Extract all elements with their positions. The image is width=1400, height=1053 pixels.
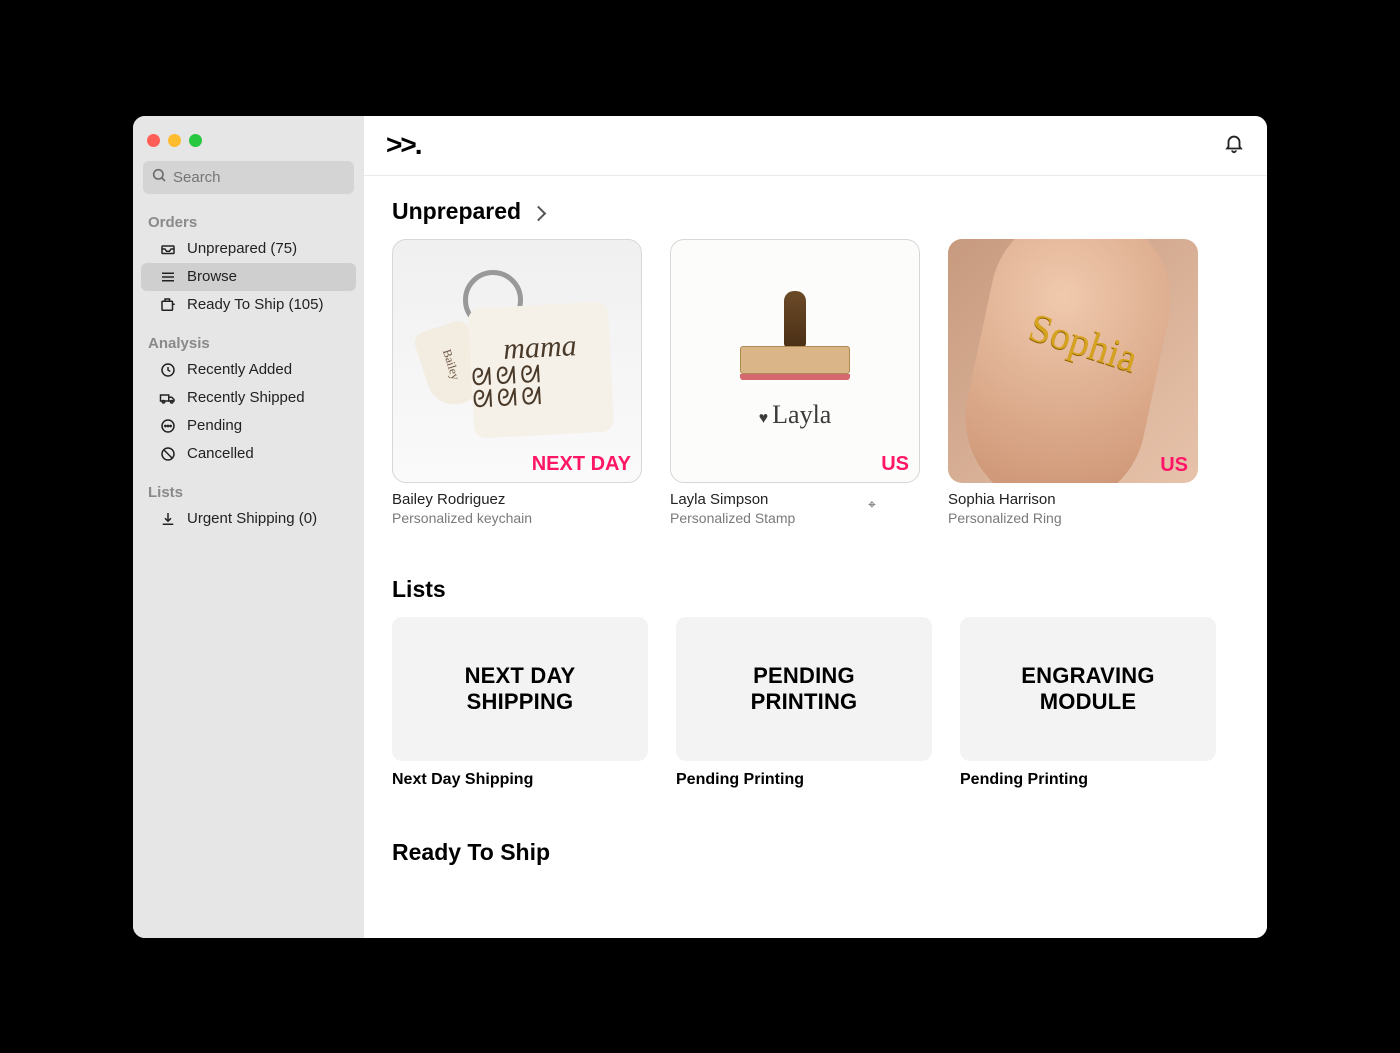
order-thumbnail: Sophia US — [948, 239, 1198, 483]
search-input[interactable] — [173, 169, 346, 186]
list-tile-line1: ENGRAVING — [1021, 663, 1154, 688]
sidebar-item-label: Ready To Ship (105) — [187, 296, 323, 313]
order-card[interactable]: Bailey mama ᘛᘛᘛ ᘛᘛᘛ NEXT DAY Bailey Rodr… — [392, 239, 642, 526]
bell-icon[interactable] — [1223, 132, 1245, 159]
order-product-desc: Personalized Ring — [948, 510, 1198, 526]
main-area: >>. Unprepared Bailey — [364, 116, 1267, 938]
list-tile[interactable]: NEXT DAY SHIPPING Next Day Shipping — [392, 617, 648, 789]
sidebar-item-urgent-shipping[interactable]: Urgent Shipping (0) — [133, 505, 364, 533]
list-tile-line1: NEXT DAY — [465, 663, 576, 688]
list-tile[interactable]: ENGRAVING MODULE Pending Printing — [960, 617, 1216, 789]
app-window: Orders Unprepared (75) Browse — [133, 116, 1267, 938]
unprepared-cards: Bailey mama ᘛᘛᘛ ᘛᘛᘛ NEXT DAY Bailey Rodr… — [392, 239, 1239, 526]
sidebar: Orders Unprepared (75) Browse — [133, 116, 364, 938]
list-tile-label: Pending Printing — [960, 771, 1216, 789]
list-tile-box: NEXT DAY SHIPPING — [392, 617, 648, 761]
sidebar-item-label: Recently Added — [187, 361, 292, 378]
sidebar-item-browse[interactable]: Browse — [141, 263, 356, 291]
sidebar-item-label: Unprepared (75) — [187, 240, 297, 257]
nav-heading-orders: Orders — [133, 206, 364, 235]
clock-icon — [159, 361, 177, 379]
list-tile-box: ENGRAVING MODULE — [960, 617, 1216, 761]
order-thumbnail: Layla US — [670, 239, 920, 483]
search-icon — [151, 167, 167, 188]
minimize-icon[interactable] — [168, 134, 181, 147]
close-icon[interactable] — [147, 134, 160, 147]
window-controls — [133, 126, 364, 161]
nav-section-lists: Lists Urgent Shipping (0) — [133, 472, 364, 537]
section-title-text: Ready To Ship — [392, 839, 550, 866]
order-customer-name: Layla Simpson — [670, 491, 920, 508]
chevron-right-icon — [527, 198, 544, 225]
nav-section-analysis: Analysis Recently Added Recently Shipped — [133, 323, 364, 472]
list-tile-line2: MODULE — [1040, 689, 1137, 714]
order-customer-name: Sophia Harrison — [948, 491, 1198, 508]
shipping-badge: US — [881, 453, 909, 476]
list-tile-label: Pending Printing — [676, 771, 932, 789]
shipping-badge: NEXT DAY — [532, 453, 631, 476]
section-ready-title[interactable]: Ready To Ship — [392, 839, 1239, 866]
shipping-badge: US — [1160, 454, 1188, 477]
list-tile-line2: SHIPPING — [467, 689, 574, 714]
section-title-text: Lists — [392, 576, 446, 603]
truck-icon — [159, 389, 177, 407]
sidebar-item-pending[interactable]: Pending — [133, 412, 364, 440]
order-thumbnail: Bailey mama ᘛᘛᘛ ᘛᘛᘛ NEXT DAY — [392, 239, 642, 483]
dots-icon — [159, 417, 177, 435]
list-tile-label: Next Day Shipping — [392, 771, 648, 789]
order-customer-name: Bailey Rodriguez — [392, 491, 642, 508]
stamp-icon: Layla — [740, 291, 850, 430]
sidebar-item-cancelled[interactable]: Cancelled — [133, 440, 364, 468]
sidebar-item-label: Urgent Shipping (0) — [187, 510, 317, 527]
lists-tiles: NEXT DAY SHIPPING Next Day Shipping PEND… — [392, 617, 1239, 789]
sidebar-item-recently-added[interactable]: Recently Added — [133, 356, 364, 384]
content: Unprepared Bailey mama ᘛᘛᘛ ᘛᘛᘛ NEXT DAY — [364, 176, 1267, 880]
package-icon — [159, 296, 177, 314]
download-icon — [159, 510, 177, 528]
nav-heading-analysis: Analysis — [133, 327, 364, 356]
sidebar-item-ready-to-ship[interactable]: Ready To Ship (105) — [133, 291, 364, 319]
app-logo: >>. — [386, 129, 420, 161]
keychain-tag: mama ᘛᘛᘛ ᘛᘛᘛ — [468, 301, 615, 438]
zoom-icon[interactable] — [189, 134, 202, 147]
nav-section-orders: Orders Unprepared (75) Browse — [133, 202, 364, 323]
section-title-text: Unprepared — [392, 198, 521, 225]
nav-heading-lists: Lists — [133, 476, 364, 505]
sidebar-item-unprepared[interactable]: Unprepared (75) — [133, 235, 364, 263]
list-tile-line1: PENDING — [753, 663, 855, 688]
order-card[interactable]: Layla US Layla Simpson Personalized Stam… — [670, 239, 920, 526]
tray-icon — [159, 240, 177, 258]
sidebar-item-label: Pending — [187, 417, 242, 434]
section-unprepared-title[interactable]: Unprepared — [392, 198, 1239, 225]
section-lists-title: Lists — [392, 576, 1239, 603]
order-card[interactable]: Sophia US Sophia Harrison Personalized R… — [948, 239, 1198, 526]
keychain-main-text: mama — [502, 329, 577, 367]
list-tile-line2: PRINTING — [751, 689, 858, 714]
sidebar-item-recently-shipped[interactable]: Recently Shipped — [133, 384, 364, 412]
cursor-icon: ⌖ — [868, 496, 876, 513]
sidebar-item-label: Cancelled — [187, 445, 254, 462]
list-tile-box: PENDING PRINTING — [676, 617, 932, 761]
search-input-wrapper[interactable] — [143, 161, 354, 194]
sidebar-item-label: Recently Shipped — [187, 389, 305, 406]
keychain-pattern: ᘛᘛᘛ ᘛᘛᘛ — [471, 361, 613, 411]
order-product-desc: Personalized keychain — [392, 510, 642, 526]
stamp-script-text: Layla — [759, 400, 832, 430]
sidebar-item-label: Browse — [187, 268, 237, 285]
cancel-icon — [159, 445, 177, 463]
order-product-desc: Personalized Stamp — [670, 510, 920, 526]
menu-icon — [159, 268, 177, 286]
list-tile[interactable]: PENDING PRINTING Pending Printing — [676, 617, 932, 789]
topbar: >>. — [364, 116, 1267, 176]
